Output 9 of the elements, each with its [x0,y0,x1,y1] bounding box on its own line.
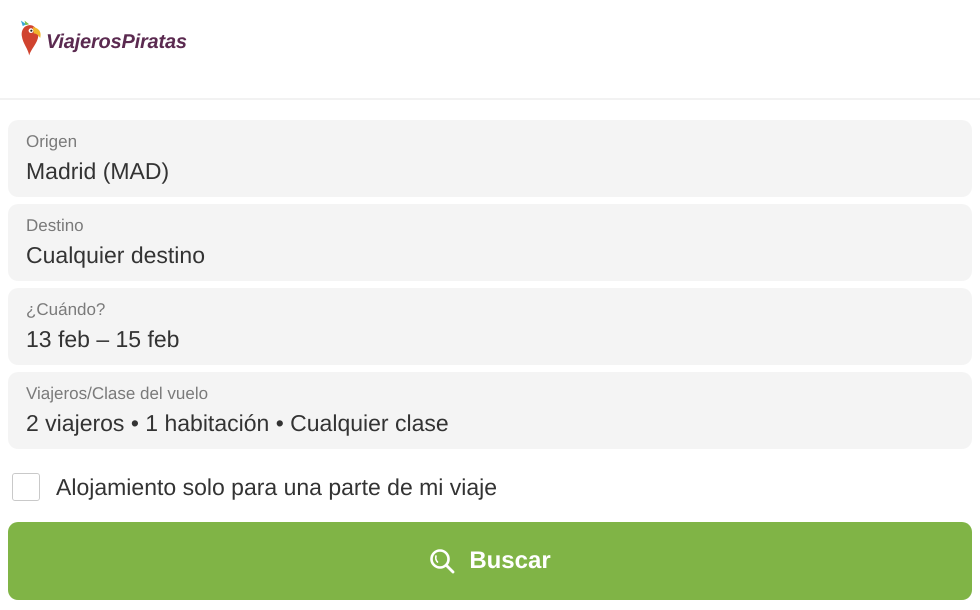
form-field[interactable]: Viajeros/Clase del vuelo 2 viajeros • 1 habitación • Cualquier clase [8,372,972,449]
checkbox-label[interactable]: Alojamiento solo para una parte de mi viaje [56,472,498,502]
search-icon [429,548,456,574]
form-field[interactable]: Origen Madrid (MAD) [8,120,972,197]
form-field[interactable]: Destino Cualquier destino [8,204,972,281]
parrot-pin-icon [20,20,42,56]
logo-wordmark[interactable]: ViajerosPiratas [46,30,187,54]
form-field[interactable]: ¿Cuándo? 13 feb – 15 feb [8,288,972,365]
checkbox[interactable] [12,473,40,501]
